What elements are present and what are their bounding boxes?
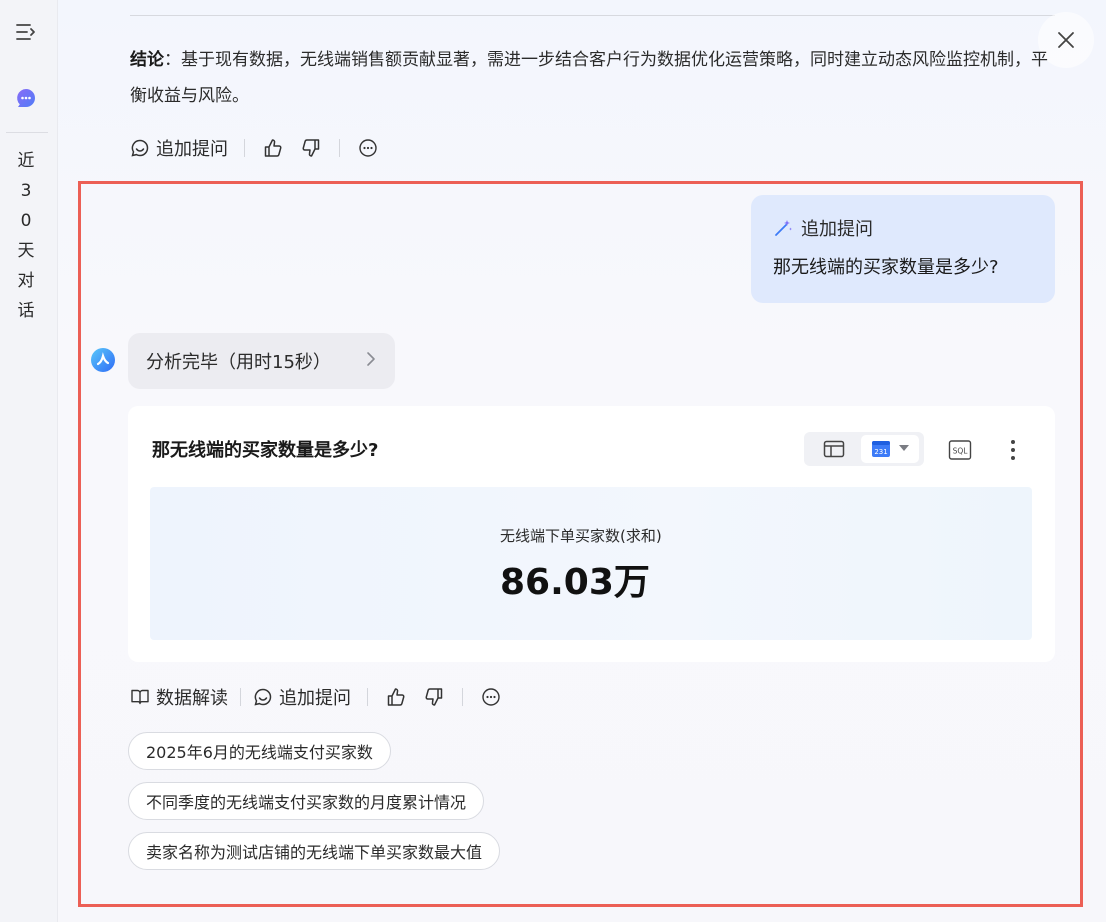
metric-display: 无线端下单买家数(求和) 86.03万 xyxy=(150,487,1032,640)
follow-up-button[interactable]: 追加提问 xyxy=(130,136,228,160)
metric-view-button[interactable]: 231 xyxy=(861,435,919,463)
message-actions-bottom: 数据解读 追加提问 xyxy=(130,685,503,709)
book-icon xyxy=(131,689,149,705)
thumbs-down-icon xyxy=(425,688,443,706)
result-card-title: 那无线端的买家数量是多少? xyxy=(152,440,379,461)
user-message-bubble: 追加提问 那无线端的买家数量是多少? xyxy=(751,195,1055,303)
more-horizontal-icon xyxy=(482,688,500,706)
follow-up-tag: 追加提问 xyxy=(773,215,1033,241)
metric-value: 86.03万 xyxy=(500,562,650,603)
suggested-question[interactable]: 不同季度的无线端支付买家数的月度累计情况 xyxy=(128,782,485,820)
sidebar: 近 3 0 天 对 话 xyxy=(0,0,58,922)
conclusion-label: 结论 xyxy=(130,50,164,70)
thumbs-down-icon xyxy=(302,139,320,157)
table-icon xyxy=(823,440,845,458)
calendar-number-icon: 231 xyxy=(872,441,890,457)
caret-down-icon xyxy=(899,445,909,451)
result-card: 那无线端的买家数量是多少? 231 SQL 无线端下单买家数(求和) 86.03… xyxy=(128,406,1055,662)
close-icon xyxy=(1058,32,1074,48)
view-toggle: 231 xyxy=(804,432,924,466)
bot-avatar-icon xyxy=(90,347,116,373)
suggested-question[interactable]: 卖家名称为测试店铺的无线端下单买家数最大值 xyxy=(128,832,501,870)
follow-up-button-bottom[interactable]: 追加提问 xyxy=(253,685,351,709)
thumbs-up-icon xyxy=(387,688,405,706)
sidebar-divider xyxy=(6,132,48,133)
chat-assistant-icon[interactable] xyxy=(14,86,38,110)
sql-button[interactable]: SQL xyxy=(946,436,974,464)
card-more-button[interactable] xyxy=(1001,436,1025,464)
chat-bubble-icon xyxy=(131,139,149,157)
thumbs-up-button[interactable] xyxy=(261,136,285,160)
thumbs-up-button-bottom[interactable] xyxy=(384,685,408,709)
suggested-question[interactable]: 2025年6月的无线端支付买家数 xyxy=(128,732,391,770)
more-options-button[interactable] xyxy=(356,136,380,160)
analysis-status-toggle[interactable]: 分析完毕（用时15秒） xyxy=(128,333,395,389)
chat-bubble-icon xyxy=(254,688,272,706)
more-options-button-bottom[interactable] xyxy=(479,685,503,709)
thumbs-down-button-bottom[interactable] xyxy=(422,685,446,709)
thumbs-up-icon xyxy=(264,139,282,157)
chevron-right-icon xyxy=(365,350,377,373)
metric-label: 无线端下单买家数(求和) xyxy=(500,527,662,545)
more-vertical-icon xyxy=(1011,440,1015,460)
message-actions-top: 追加提问 xyxy=(130,136,380,160)
sql-icon: SQL xyxy=(948,440,972,460)
thumbs-down-button[interactable] xyxy=(299,136,323,160)
recent-conversations-label[interactable]: 近 3 0 天 对 话 xyxy=(14,146,38,326)
top-divider xyxy=(130,15,1055,16)
user-question: 那无线端的买家数量是多少? xyxy=(773,257,999,278)
analysis-status-text: 分析完毕（用时15秒） xyxy=(146,352,331,373)
magic-wand-icon xyxy=(775,220,792,236)
svg-text:231: 231 xyxy=(874,448,887,456)
data-interpret-button[interactable]: 数据解读 xyxy=(130,685,228,709)
table-view-button[interactable] xyxy=(807,435,861,463)
chat-panel: 结论：基于现有数据，无线端销售额贡献显著，需进一步结合客户行为数据优化运营策略，… xyxy=(58,0,1106,922)
more-horizontal-icon xyxy=(359,139,377,157)
collapse-menu-icon[interactable] xyxy=(14,20,38,44)
conclusion-body: ：基于现有数据，无线端销售额贡献显著，需进一步结合客户行为数据优化运营策略，同时… xyxy=(130,50,1048,106)
conclusion-text: 结论：基于现有数据，无线端销售额贡献显著，需进一步结合客户行为数据优化运营策略，… xyxy=(130,42,1055,114)
svg-text:SQL: SQL xyxy=(953,447,969,456)
